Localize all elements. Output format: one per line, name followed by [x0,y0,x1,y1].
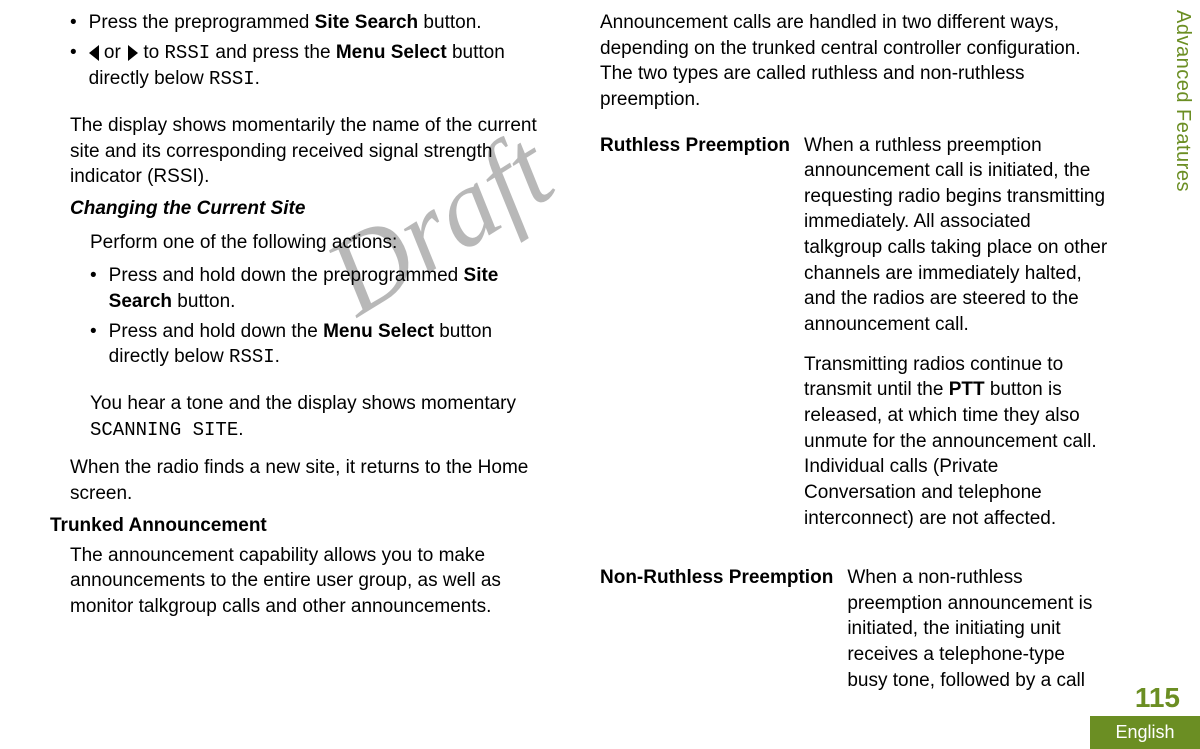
text-fragment: button is released, at which time they a… [804,379,1097,528]
paragraph: You hear a tone and the display shows mo… [90,391,550,443]
bullet-list-2: • Press and hold down the preprogrammed … [90,263,550,371]
text-fragment: PTT [949,379,985,400]
text-fragment: or [99,42,126,63]
left-arrow-icon [89,45,99,61]
right-column: Announcement calls are handled in two di… [600,10,1110,707]
definition-block: Non-Ruthless Preemption When a non-ruthl… [600,565,1110,707]
language-badge: English [1090,716,1200,749]
text-fragment: . [238,419,243,440]
left-column: • Press the preprogrammed Site Search bu… [50,10,550,707]
paragraph: When a ruthless preemption announcement … [804,133,1110,338]
bullet-list-1: • Press the preprogrammed Site Search bu… [70,10,550,93]
bullet-item: • Press and hold down the Menu Select bu… [90,319,550,371]
text-fragment: SCANNING SITE [90,419,238,441]
paragraph: The announcement capability allows you t… [70,543,550,620]
definition-description: When a ruthless preemption announcement … [804,133,1110,546]
page-footer: 115 English [1090,678,1200,749]
bullet-text: Press the preprogrammed Site Search butt… [89,10,482,36]
text-fragment: RSSI [229,346,275,368]
bullet-item: • Press the preprogrammed Site Search bu… [70,10,550,36]
text-fragment: and press the [210,42,336,63]
section-heading: Changing the Current Site [70,198,550,220]
page-content: • Press the preprogrammed Site Search bu… [0,0,1200,717]
text-fragment: . [275,346,280,367]
text-fragment: to [138,42,164,63]
text-fragment: button. [418,12,481,33]
bullet-dot-icon: • [70,10,77,36]
text-fragment: Menu Select [323,321,434,342]
right-arrow-icon [126,45,138,61]
paragraph: Transmitting radios continue to transmit… [804,352,1110,531]
paragraph: When a non-ruthless preemption announcem… [847,565,1110,693]
definition-term: Non-Ruthless Preemption [600,565,833,707]
bullet-text: or to RSSI and press the Menu Select but… [89,40,550,93]
bullet-text: Press and hold down the preprogrammed Si… [109,263,550,314]
text-fragment: Press and hold down the preprogrammed [109,265,464,286]
bullet-item: • or to RSSI and press the Menu Select b… [70,40,550,93]
bullet-dot-icon: • [90,263,97,314]
text-fragment: . [255,68,260,89]
text-fragment: RSSI [209,68,255,90]
text-fragment: button. [172,291,235,312]
page-number: 115 [1090,678,1200,716]
indented-block: Perform one of the following actions: • … [90,230,550,443]
text-fragment: Site Search [315,12,419,33]
paragraph: The display shows momentarily the name o… [70,113,550,190]
bullet-dot-icon: • [90,319,97,371]
text-fragment: Press the preprogrammed [89,12,315,33]
paragraph: Perform one of the following actions: [90,230,550,256]
bullet-dot-icon: • [70,40,77,93]
definition-block: Ruthless Preemption When a ruthless pree… [600,133,1110,546]
text-fragment: Menu Select [336,42,447,63]
definition-description: When a non-ruthless preemption announcem… [847,565,1110,707]
definition-term: Ruthless Preemption [600,133,790,546]
bullet-item: • Press and hold down the preprogrammed … [90,263,550,314]
section-subheading: Trunked Announcement [50,515,550,537]
text-fragment: You hear a tone and the display shows mo… [90,393,516,414]
paragraph: When the radio finds a new site, it retu… [70,455,550,506]
text-fragment: Press and hold down the [109,321,323,342]
bullet-text: Press and hold down the Menu Select butt… [109,319,550,371]
paragraph: Announcement calls are handled in two di… [600,10,1110,113]
text-fragment: RSSI [165,42,211,64]
